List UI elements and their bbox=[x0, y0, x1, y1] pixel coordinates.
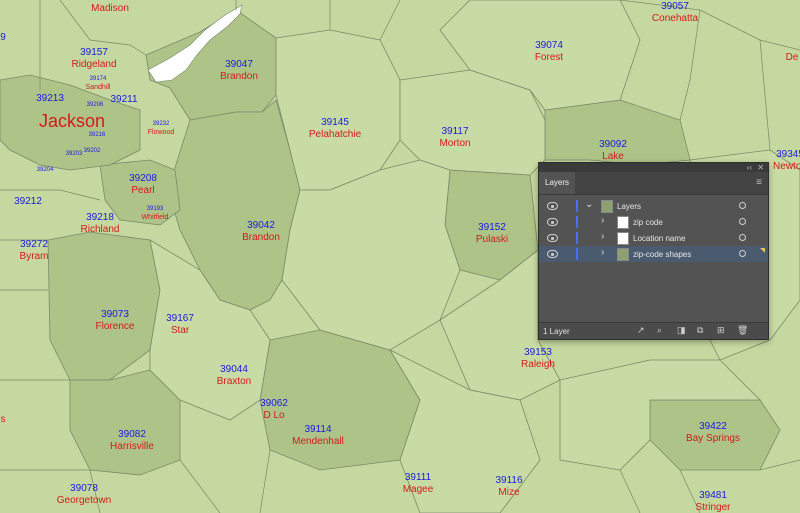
visibility-eye-icon[interactable] bbox=[547, 250, 558, 258]
map-label-39206: 39206 bbox=[86, 102, 104, 108]
map-label-39047: 39047 Brandon bbox=[220, 59, 258, 82]
map-label-39082: 39082 Harrisville bbox=[110, 429, 154, 452]
panel-tab-row: Layers ≡ bbox=[539, 172, 768, 195]
map-label-39152: 39152 Pulaski bbox=[475, 222, 509, 245]
target-circle-icon[interactable] bbox=[739, 250, 746, 257]
map-label-39272: 39272 Byram bbox=[19, 239, 49, 262]
map-label-39232: 39232 Flowood bbox=[147, 121, 175, 136]
layer-color-bar bbox=[576, 232, 578, 244]
map-label-39157: 39157 Ridgeland bbox=[71, 47, 117, 70]
panel-menu-icon[interactable]: ≡ bbox=[756, 177, 762, 188]
target-circle-icon[interactable] bbox=[739, 218, 746, 225]
map-label-39116: 39116 Mize bbox=[495, 475, 523, 498]
map-label-39211: 39211 bbox=[110, 94, 138, 105]
layer-name: zip code bbox=[633, 218, 663, 227]
chevron-right-icon[interactable]: › bbox=[601, 231, 604, 242]
map-label-39117: 39117 Morton bbox=[439, 126, 471, 149]
layer-color-bar bbox=[576, 200, 578, 212]
map-label-39218: 39218 Richland bbox=[80, 212, 120, 235]
layer-thumbnail bbox=[617, 248, 629, 261]
chevron-down-icon[interactable]: ⌄ bbox=[585, 199, 593, 210]
map-label-39193: 39193 Whitfield bbox=[141, 206, 169, 221]
panel-title-bar[interactable]: ‹‹ ✕ bbox=[539, 163, 768, 172]
map-label-39481: 39481 Stringer bbox=[695, 490, 731, 513]
tab-layers[interactable]: Layers bbox=[539, 172, 576, 194]
layer-count: 1 Layer bbox=[543, 327, 570, 336]
layer-name: Location name bbox=[633, 234, 686, 243]
map-label-39057: 39057 Conehatta bbox=[651, 1, 699, 24]
map-label-madison: Madison bbox=[91, 3, 129, 14]
layer-color-bar bbox=[576, 248, 578, 260]
map-label-39204: 39204 bbox=[36, 167, 54, 173]
layer-row-layers[interactable]: ⌄ Layers bbox=[539, 198, 768, 214]
layer-name: Layers bbox=[617, 202, 642, 211]
chevron-right-icon[interactable]: › bbox=[601, 215, 604, 226]
layers-panel[interactable]: ‹‹ ✕ Layers ≡ ⌄ Layers › zip code › Loca… bbox=[538, 162, 769, 340]
map-label-39092: 39092 Lake bbox=[599, 139, 627, 162]
panel-footer: 1 Layer ↗ ⌕ ◨ ⧉ ⊞ 🗑 bbox=[539, 322, 768, 339]
new-sublayer-icon[interactable]: ⧉ bbox=[697, 326, 705, 335]
target-circle-icon[interactable] bbox=[739, 234, 746, 241]
layer-thumbnail bbox=[617, 216, 629, 229]
layer-row-zip-code[interactable]: › zip code bbox=[539, 214, 768, 230]
map-label-39153: 39153 Raleigh bbox=[521, 347, 555, 370]
map-label-39114: 39114 Mendenhall bbox=[292, 424, 344, 447]
map-label-jackson: Jackson bbox=[38, 111, 106, 131]
visibility-eye-icon[interactable] bbox=[547, 218, 558, 226]
search-icon[interactable]: ⌕ bbox=[657, 326, 665, 335]
map-label-39167: 39167 Star bbox=[166, 313, 194, 336]
new-layer-icon[interactable]: ⊞ bbox=[717, 326, 725, 335]
clipping-mask-icon[interactable]: ◨ bbox=[677, 326, 686, 335]
map-label-39042: 39042 Brandon bbox=[242, 220, 280, 243]
selection-corner-icon bbox=[760, 248, 765, 253]
map-label-39213: 39213 bbox=[36, 93, 64, 104]
map-label-39202: 39202 bbox=[83, 148, 101, 154]
map-label-39074: 39074 Forest bbox=[534, 40, 564, 63]
layer-thumbnail bbox=[601, 200, 613, 213]
map-label-39073: 39073 Florence bbox=[95, 309, 135, 332]
map-label-39212: 39212 bbox=[14, 196, 42, 207]
map-label-39078: 39078 Georgetown bbox=[56, 483, 112, 506]
layer-row-zip-code-shapes[interactable]: › zip-code shapes bbox=[539, 246, 768, 262]
map-label-39174: 39174 Sandhill bbox=[85, 76, 111, 91]
trash-icon[interactable]: 🗑 bbox=[737, 326, 748, 335]
map-label-39422: 39422 Bay Springs bbox=[686, 421, 740, 444]
map-label-39345: 39345Newton bbox=[773, 149, 800, 172]
visibility-eye-icon[interactable] bbox=[547, 202, 558, 210]
layer-color-bar bbox=[576, 216, 578, 228]
map-label-39044: 39044 Braxton bbox=[216, 364, 252, 387]
map-label-39203: 39203 bbox=[65, 151, 83, 157]
target-circle-icon[interactable] bbox=[739, 202, 746, 209]
layer-row-location-name[interactable]: › Location name bbox=[539, 230, 768, 246]
region-39082 bbox=[69, 369, 181, 476]
map-label-edge-zip: 9 bbox=[0, 32, 6, 43]
map-label-39216: 39216 bbox=[88, 132, 106, 138]
export-icon[interactable]: ↗ bbox=[637, 326, 645, 335]
map-label-edge-s: s bbox=[0, 414, 6, 425]
map-label-39145: 39145 Pelahatchie bbox=[308, 117, 362, 140]
chevron-right-icon[interactable]: › bbox=[601, 247, 604, 258]
map-label-39208: 39208 Pearl bbox=[129, 173, 157, 196]
layer-thumbnail bbox=[617, 232, 629, 245]
map-label-edge-de: De bbox=[785, 52, 799, 63]
close-panel-icon[interactable]: ✕ bbox=[757, 163, 764, 172]
collapse-panel-icon[interactable]: ‹‹ bbox=[747, 163, 752, 172]
visibility-eye-icon[interactable] bbox=[547, 234, 558, 242]
layer-name: zip-code shapes bbox=[633, 250, 692, 259]
map-label-39111: 39111 Magee bbox=[402, 472, 434, 495]
map-label-39062: 39062 D Lo bbox=[260, 398, 288, 421]
